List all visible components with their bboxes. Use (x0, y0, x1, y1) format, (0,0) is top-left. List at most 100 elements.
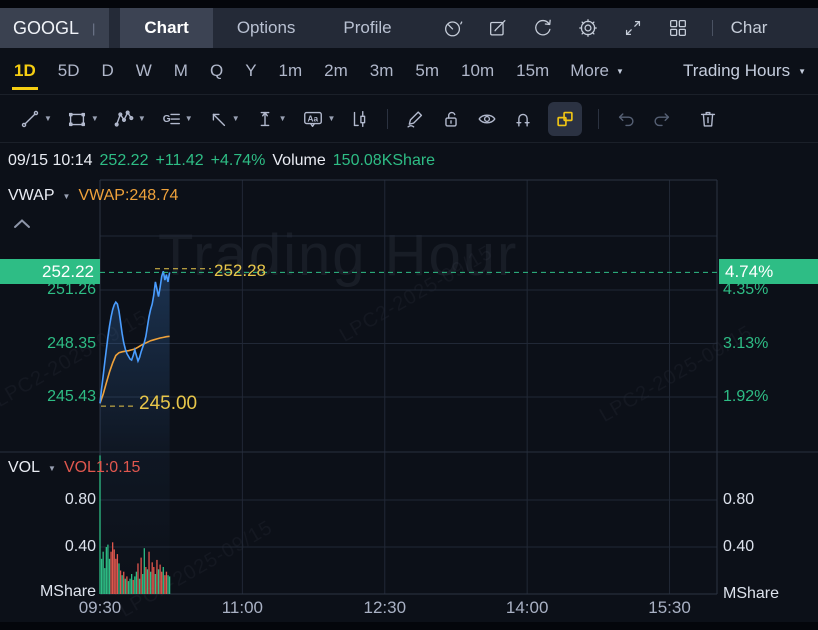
edit-icon[interactable] (487, 17, 509, 39)
timeframe-row: 1D 5D D W M Q Y 1m 2m 3m 5m 10m 15m More ▼ Trading H… (0, 48, 818, 95)
collapse-pane-icon[interactable] (13, 217, 31, 235)
tool-shapes[interactable]: ▼ (59, 108, 106, 130)
tool-waves[interactable]: ▼ (106, 108, 153, 130)
price-pane-header: VWAP ▼ VWAP:248.74 (8, 187, 178, 205)
chevron-down-icon[interactable]: ▼ (48, 464, 56, 473)
percent-axis-label: 3.13% (723, 334, 769, 352)
chevron-down-icon: ▼ (90, 114, 99, 123)
chevron-down-icon[interactable]: ▼ (63, 192, 71, 201)
layout-grid-icon[interactable] (667, 17, 689, 39)
trading-app: { "navbar": { "symbol": "GOOGL", "tabs":… (0, 0, 818, 630)
time-axis-label: 11:00 (221, 598, 264, 617)
timeframe-1d[interactable]: 1D (3, 48, 47, 95)
time-axis-label: 12:30 (363, 598, 407, 617)
timeframe-w[interactable]: W (125, 48, 163, 95)
tool-arrow[interactable]: ▼ (200, 108, 247, 130)
quote-bar: 09/15 10:14 252.22 +11.42 +4.74% Volume … (0, 143, 818, 178)
time-axis-label: 14:00 (505, 598, 549, 617)
tool-measure[interactable]: ▼ (247, 108, 294, 130)
settings-icon[interactable] (577, 17, 599, 39)
more-label: More (570, 61, 609, 80)
gauge-icon[interactable] (442, 17, 464, 39)
tool-draw[interactable] (397, 108, 433, 130)
volume-unit-label: MShare (723, 585, 780, 602)
top-strip (0, 0, 818, 8)
chevron-down-icon: ▼ (615, 66, 624, 76)
tab-chart-label: Chart (144, 18, 189, 37)
timeframe-y[interactable]: Y (234, 48, 267, 95)
quote-datetime: 09/15 10:14 (8, 151, 93, 169)
timeframe-list: 1D 5D D W M Q Y 1m 2m 3m 5m 10m 15m (3, 48, 560, 94)
volume-pane-header: VOL ▼ VOL1:0.15 (8, 459, 140, 477)
toolbar-divider (387, 108, 389, 129)
chevron-down-icon: ▼ (327, 114, 336, 123)
symbol-divider: | (92, 20, 96, 36)
tool-unlock[interactable] (433, 108, 469, 130)
tool-trend-line[interactable]: ▼ (12, 108, 59, 130)
timeframe-1m[interactable]: 1m (268, 48, 314, 95)
tool-gann[interactable]: G ▼ (153, 108, 200, 130)
nav-truncated-item[interactable]: Char (731, 18, 768, 38)
bottom-strip (0, 622, 818, 630)
svg-text:Aa: Aa (307, 114, 318, 123)
chevron-down-icon: ▼ (798, 66, 806, 76)
time-axis-label: 09:30 (78, 598, 122, 617)
quote-price: 252.22 (99, 151, 149, 169)
price-axis-label: 248.35 (47, 334, 96, 352)
high-price-label: 252.28 (214, 261, 266, 280)
tool-link-charts[interactable] (548, 101, 583, 136)
refresh-icon[interactable] (532, 17, 554, 39)
tool-magnet[interactable] (505, 108, 541, 130)
trading-hours-selector[interactable]: Trading Hours ▼ (683, 61, 806, 81)
timeframe-2m[interactable]: 2m (313, 48, 359, 95)
redo-button[interactable] (644, 108, 680, 130)
timeframe-d[interactable]: D (90, 48, 124, 95)
quote-change: +11.42 (155, 151, 204, 169)
vol-reading: VOL1:0.15 (63, 459, 141, 476)
timeframe-m[interactable]: M (163, 48, 199, 95)
nav-iconbar (442, 17, 689, 39)
chevron-down-icon: ▼ (231, 114, 240, 123)
tab-profile[interactable]: Profile (319, 8, 415, 48)
volume-value: 150.08KShare (332, 151, 436, 169)
volume-axis-label: 0.40 (723, 538, 755, 555)
tool-patterns[interactable] (342, 108, 378, 130)
tool-visibility[interactable] (469, 108, 505, 130)
tab-options[interactable]: Options (213, 8, 320, 48)
volume-label: Volume (272, 151, 326, 169)
chevron-down-icon: ▼ (184, 114, 193, 123)
indicator-name[interactable]: VWAP (8, 187, 55, 205)
indicator-name[interactable]: VOL (8, 459, 40, 477)
chart-labels-layer: VWAP ▼ VWAP:248.74 252.22 4.74% 252.28 2… (0, 178, 818, 622)
price-axis-label: 245.43 (47, 388, 96, 405)
volume-axis-label: 0.80 (723, 491, 755, 508)
quote-change-percent: +4.74% (210, 151, 266, 169)
timeframe-3m[interactable]: 3m (359, 48, 405, 95)
percent-axis-label: 4.35% (723, 281, 769, 298)
tab-profile-label: Profile (343, 18, 392, 37)
chevron-down-icon: ▼ (137, 114, 146, 123)
symbol-label: GOOGL (13, 17, 80, 38)
fullscreen-icon[interactable] (622, 17, 644, 39)
time-axis-label: 15:30 (648, 598, 691, 617)
drawing-toolbar: ▼ ▼ ▼ G ▼ ▼ ▼ Aa ▼ (0, 95, 818, 143)
timeframe-q[interactable]: Q (199, 48, 234, 95)
delete-button[interactable] (690, 108, 726, 130)
undo-button[interactable] (608, 108, 644, 130)
symbol-selector[interactable]: GOOGL | (0, 8, 110, 48)
svg-text:G: G (163, 114, 171, 125)
trading-hours-label: Trading Hours (682, 61, 791, 80)
tool-text-annotation[interactable]: Aa ▼ (294, 108, 343, 130)
chart-plot-area[interactable]: Trading Hour LPC2-2025-09/15 LPC2-2025-0… (0, 178, 818, 622)
timeframe-5d[interactable]: 5D (47, 48, 91, 95)
timeframe-5m[interactable]: 5m (404, 48, 450, 95)
nav-divider (711, 20, 713, 36)
volume-axis-label: 0.40 (64, 538, 96, 555)
timeframe-10m[interactable]: 10m (450, 48, 505, 95)
chevron-down-icon: ▼ (44, 114, 52, 123)
chevron-down-icon: ▼ (278, 114, 287, 123)
tab-chart[interactable]: Chart (120, 8, 213, 48)
timeframe-15m[interactable]: 15m (505, 48, 560, 95)
tab-options-label: Options (236, 18, 296, 37)
more-timeframes-button[interactable]: More ▼ (560, 61, 634, 81)
